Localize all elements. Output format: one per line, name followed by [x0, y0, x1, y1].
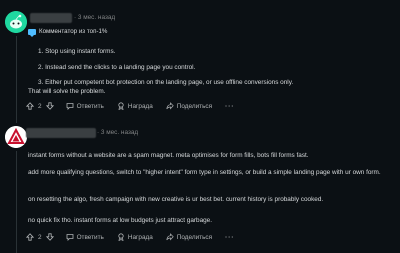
comment-bubble-icon [66, 233, 74, 241]
comment-bubble-icon [66, 102, 74, 110]
vote-group: 2 [26, 102, 54, 110]
vote-score: 2 [38, 102, 42, 110]
share-button[interactable]: Поделиться [166, 233, 212, 241]
thread-line[interactable] [16, 36, 17, 123]
comment-list: 1. Stop using instant forms. 2. Instead … [38, 44, 293, 91]
comment-paragraph: add more qualifying questions, switch to… [28, 169, 381, 176]
vote-group: 2 [26, 233, 54, 241]
award-label: Награда [127, 233, 153, 241]
user-flair: Комментатор из топ-1% [28, 28, 108, 37]
more-options-icon[interactable]: ··· [225, 103, 234, 110]
list-item: 1. Stop using instant forms. [38, 48, 116, 55]
share-icon [166, 233, 174, 241]
thread-line[interactable] [16, 151, 17, 253]
reply-label: Ответить [76, 233, 104, 241]
list-item: 2. Instead send the clicks to a landing … [38, 63, 196, 71]
downvote-icon[interactable] [45, 102, 54, 110]
redacted-username [30, 13, 72, 23]
more-options-icon[interactable]: ··· [225, 234, 234, 241]
vote-score: 2 [38, 233, 42, 241]
comment-paragraph: instant forms without a website are a sp… [28, 152, 309, 159]
comment-actions: 2 Ответить Награда Поделиться ··· [26, 102, 234, 110]
award-button[interactable]: Награда [117, 233, 153, 241]
share-icon [166, 102, 174, 110]
downvote-icon[interactable] [45, 233, 54, 241]
triangle-logo-avatar-icon [5, 126, 27, 148]
timestamp: · 3 мес. назад [97, 129, 139, 136]
share-button[interactable]: Поделиться [166, 102, 212, 110]
comment-paragraph: no quick fix tho. instant forms at low b… [28, 217, 213, 224]
share-label: Поделиться [176, 233, 213, 241]
snoo-avatar-icon [5, 11, 27, 33]
avatar[interactable] [5, 11, 27, 33]
flair-label: Комментатор из топ-1% [39, 28, 108, 35]
share-label: Поделиться [176, 102, 213, 110]
reply-label: Ответить [76, 102, 104, 110]
award-icon [117, 233, 125, 241]
comment: · 3 мес. назад Комментатор из топ-1% 1. … [0, 0, 400, 123]
award-label: Награда [127, 102, 153, 110]
comment-actions: 2 Ответить Награда Поделиться ··· [26, 233, 234, 241]
reply-button[interactable]: Ответить [66, 233, 104, 241]
comment-paragraph: on resetting the algo, fresh campaign wi… [28, 196, 324, 203]
award-icon [117, 102, 125, 110]
avatar[interactable] [5, 126, 27, 148]
upvote-icon[interactable] [26, 102, 34, 110]
upvote-icon[interactable] [26, 233, 34, 241]
comment: · 3 мес. назад instant forms without a w… [0, 123, 400, 253]
redacted-username [26, 128, 96, 138]
comment-paragraph: That will solve the problem. [28, 88, 106, 95]
comment-flair-icon [28, 28, 36, 37]
timestamp: · 3 мес. назад [74, 14, 116, 21]
reply-button[interactable]: Ответить [66, 102, 104, 110]
award-button[interactable]: Награда [117, 102, 153, 110]
